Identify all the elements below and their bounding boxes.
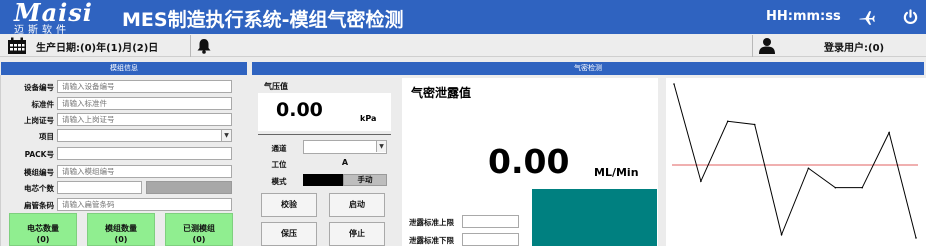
stat-label: 已测模组 <box>183 224 215 233</box>
bell-icon[interactable] <box>196 38 212 54</box>
stat-tested-modules: 已测模组 (0) <box>165 213 233 246</box>
company-logo: Maisi 迈斯软件 <box>4 0 104 36</box>
data-point <box>834 186 837 189</box>
login-user: 登录用户:(0) <box>824 43 885 54</box>
field-label-device-no: 设备编号 <box>24 83 54 92</box>
standard-part-input[interactable] <box>57 97 232 110</box>
leak-unit: ML/Min <box>594 166 639 179</box>
stat-value: (0) <box>36 235 50 244</box>
leak-trend-chart <box>666 78 926 246</box>
stat-cell-count: 电芯数量 (0) <box>9 213 77 246</box>
module-no-input[interactable] <box>57 165 232 178</box>
cell-count-status <box>146 181 232 194</box>
leak-value: 0.00 <box>488 142 570 181</box>
tube-barcode-input[interactable] <box>57 198 232 211</box>
channel-label: 通道 <box>271 144 287 153</box>
leak-title: 气密泄露值 <box>411 86 472 100</box>
stop-button[interactable]: 停止 <box>329 222 385 246</box>
hold-pressure-button[interactable]: 保压 <box>261 222 317 246</box>
info-bar: 生产日期:(0)年(1)月(2)日 登录用户:(0) <box>0 35 926 57</box>
module-info-header: 模组信息 <box>1 62 247 75</box>
chevron-down-icon[interactable]: ▼ <box>221 130 231 141</box>
field-label-cell-count: 电芯个数 <box>24 184 54 193</box>
calendar-icon <box>8 37 26 54</box>
power-icon[interactable] <box>902 9 919 26</box>
clock-display: HH:mm:ss <box>766 9 841 24</box>
chevron-down-icon[interactable]: ▼ <box>376 141 386 152</box>
user-icon <box>759 38 775 54</box>
airplane-icon[interactable] <box>858 9 876 27</box>
start-button[interactable]: 启动 <box>329 193 385 217</box>
data-point <box>888 131 890 134</box>
series-line <box>673 83 917 239</box>
stat-value: (0) <box>114 235 128 244</box>
stat-label: 模组数量 <box>105 224 137 233</box>
stat-module-count: 模组数量 (0) <box>87 213 155 246</box>
app-title: MES制造执行系统-模组气密检测 <box>122 9 404 31</box>
divider <box>190 35 191 57</box>
upper-limit-label: 泄露标准上限 <box>409 218 454 227</box>
device-no-input[interactable] <box>57 80 232 93</box>
data-point <box>673 83 675 85</box>
field-label-pack-no: PACK号 <box>24 150 54 159</box>
field-label-project: 项目 <box>39 132 54 141</box>
divider <box>258 134 391 135</box>
mode-manual-toggle[interactable]: 手动 <box>343 174 387 186</box>
leak-test-header: 气密检测 <box>252 62 924 75</box>
field-label-cert-no: 上岗证号 <box>24 116 54 125</box>
app-window: Maisi 迈斯软件 MES制造执行系统-模组气密检测 HH:mm:ss 生产日… <box>0 0 926 246</box>
mode-label: 模式 <box>271 177 287 186</box>
upper-limit-input[interactable] <box>462 215 519 228</box>
title-bar: Maisi 迈斯软件 MES制造执行系统-模组气密检测 HH:mm:ss <box>0 0 926 36</box>
station-label: 工位 <box>271 160 287 169</box>
cert-no-input[interactable] <box>57 113 232 126</box>
data-point <box>780 233 783 236</box>
channel-select[interactable]: ▼ <box>303 140 387 154</box>
divider <box>752 35 753 57</box>
pressure-unit: kPa <box>360 114 377 123</box>
stat-value: (0) <box>192 235 206 244</box>
production-date: 生产日期:(0)年(1)月(2)日 <box>36 43 159 54</box>
lower-limit-input[interactable] <box>462 233 519 246</box>
calibrate-button[interactable]: 校验 <box>261 193 317 217</box>
data-point <box>861 186 864 189</box>
field-label-tube-barcode: 扁管条码 <box>24 201 54 210</box>
data-point <box>700 180 702 182</box>
logo-subtitle: 迈斯软件 <box>14 25 70 36</box>
cell-count-input[interactable] <box>57 181 142 194</box>
leak-status-indicator <box>532 189 657 246</box>
field-label-module-no: 模组编号 <box>24 168 54 177</box>
lower-limit-label: 泄露标准下限 <box>409 236 454 245</box>
data-point <box>726 120 729 123</box>
data-point <box>807 167 810 170</box>
pack-no-input[interactable] <box>57 147 232 160</box>
stat-label: 电芯数量 <box>27 224 59 233</box>
pressure-value: 0.00 <box>276 99 323 121</box>
field-label-standard-part: 标准件 <box>31 100 55 109</box>
pressure-label: 气压值 <box>264 82 288 91</box>
data-point <box>915 237 917 239</box>
project-select[interactable]: ▼ <box>57 129 232 142</box>
chart-canvas <box>672 83 918 239</box>
data-point <box>753 123 756 126</box>
mode-indicator <box>303 174 343 186</box>
station-value: A <box>341 158 349 167</box>
